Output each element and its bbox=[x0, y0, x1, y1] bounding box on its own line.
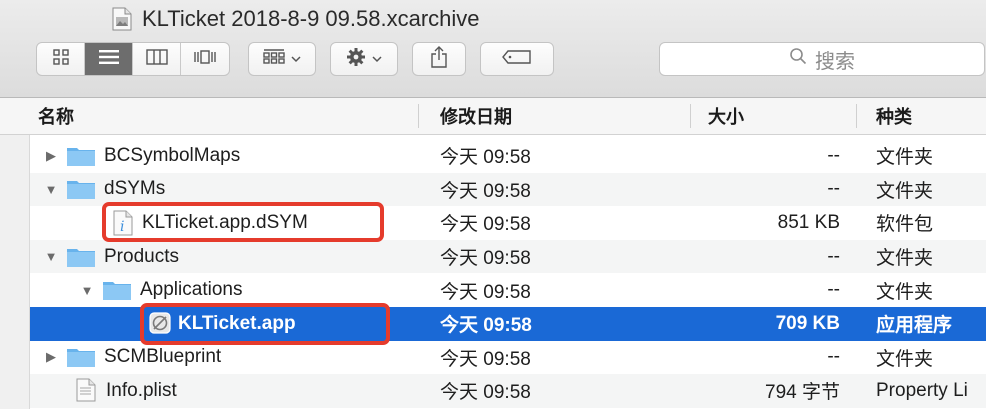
list-item[interactable]: ▶ SCMBlueprint 今天 09:58 -- 文件夹 bbox=[30, 341, 986, 375]
arrange-menu-button[interactable] bbox=[248, 42, 316, 76]
grid-icon bbox=[52, 48, 69, 70]
modified-date: 今天 09:58 bbox=[440, 348, 531, 370]
action-menu-button[interactable] bbox=[330, 42, 398, 76]
tag-icon bbox=[502, 49, 532, 69]
view-mode-control bbox=[36, 42, 230, 76]
arrange-icon bbox=[263, 48, 285, 71]
cover-flow-icon bbox=[193, 49, 217, 70]
disclosure-triangle-expanded-icon[interactable]: ▼ bbox=[44, 249, 58, 264]
file-kind: 文件夹 bbox=[876, 248, 934, 270]
list-item[interactable]: ▼ Products 今天 09:58 -- 文件夹 bbox=[30, 239, 986, 274]
file-kind: 文件夹 bbox=[876, 281, 934, 303]
folder-icon bbox=[66, 346, 96, 368]
list-item[interactable]: ▼ dSYMs 今天 09:58 -- 文件夹 bbox=[30, 172, 986, 207]
file-kind: 文件夹 bbox=[876, 348, 934, 370]
modified-date: 今天 09:58 bbox=[440, 248, 531, 270]
disclosure-triangle-collapsed-icon[interactable]: ▶ bbox=[44, 148, 58, 163]
modified-date: 今天 09:58 bbox=[440, 281, 531, 303]
file-name: Applications bbox=[140, 279, 243, 301]
file-name: Products bbox=[104, 245, 179, 267]
column-divider[interactable] bbox=[690, 104, 691, 128]
file-size: -- bbox=[827, 178, 840, 200]
modified-date: 今天 09:58 bbox=[440, 147, 531, 169]
column-divider[interactable] bbox=[418, 104, 419, 128]
column-header-row: 名称 修改日期 大小 种类 bbox=[0, 98, 986, 135]
window-toolbar: KLTicket 2018-8-9 09.58.xcarchive 搜索 bbox=[0, 0, 986, 98]
folder-icon bbox=[66, 246, 96, 268]
gear-icon bbox=[346, 47, 366, 72]
search-placeholder: 搜索 bbox=[815, 50, 855, 73]
file-kind: 应用程序 bbox=[876, 315, 953, 337]
share-icon bbox=[430, 45, 448, 73]
modified-date: 今天 09:58 bbox=[440, 315, 532, 337]
archive-document-icon bbox=[112, 7, 132, 31]
folder-icon bbox=[66, 145, 96, 167]
dsym-package-icon: i bbox=[112, 210, 134, 236]
file-kind: Property Li bbox=[876, 379, 968, 401]
column-header-kind[interactable]: 种类 bbox=[876, 98, 986, 134]
file-size: 851 KB bbox=[777, 211, 840, 233]
chevron-down-icon bbox=[291, 50, 301, 68]
chevron-down-icon bbox=[372, 50, 382, 68]
list-view-button[interactable] bbox=[85, 43, 133, 75]
column-header-date[interactable]: 修改日期 bbox=[440, 98, 690, 134]
sidebar-edge bbox=[0, 98, 30, 409]
window-title: KLTicket 2018-8-9 09.58.xcarchive bbox=[142, 6, 480, 31]
folder-icon bbox=[102, 279, 132, 301]
disclosure-triangle-expanded-icon[interactable]: ▼ bbox=[80, 283, 94, 298]
file-size: -- bbox=[827, 346, 840, 368]
app-icon bbox=[148, 311, 171, 337]
file-name: KLTicket.app bbox=[178, 312, 296, 334]
file-size: -- bbox=[827, 279, 840, 301]
list-icon bbox=[98, 49, 120, 70]
search-field[interactable]: 搜索 bbox=[659, 42, 985, 76]
cover-flow-button[interactable] bbox=[181, 43, 229, 75]
file-size: 794 字节 bbox=[765, 382, 840, 404]
list-item[interactable]: Info.plist 今天 09:58 794 字节 Property Li bbox=[30, 374, 986, 408]
finder-window: KLTicket 2018-8-9 09.58.xcarchive 搜索 名称 … bbox=[0, 0, 986, 409]
file-name: dSYMs bbox=[104, 178, 166, 200]
disclosure-triangle-collapsed-icon[interactable]: ▶ bbox=[44, 349, 58, 364]
icon-view-button[interactable] bbox=[37, 43, 85, 75]
folder-icon bbox=[66, 178, 96, 200]
tags-button[interactable] bbox=[480, 42, 554, 76]
modified-date: 今天 09:58 bbox=[440, 180, 531, 202]
file-size: -- bbox=[827, 144, 840, 166]
modified-date: 今天 09:58 bbox=[440, 214, 531, 236]
list-item[interactable]: ▼ Applications 今天 09:58 -- 文件夹 bbox=[30, 273, 986, 307]
file-kind: 文件夹 bbox=[876, 180, 934, 202]
column-header-name[interactable]: 名称 bbox=[38, 98, 418, 134]
file-size: 709 KB bbox=[775, 312, 840, 334]
list-item[interactable]: ▶ BCSymbolMaps 今天 09:58 -- 文件夹 bbox=[30, 139, 986, 173]
svg-text:i: i bbox=[120, 219, 124, 235]
list-item-selected[interactable]: KLTicket.app 今天 09:58 709 KB 应用程序 bbox=[30, 306, 986, 341]
column-divider[interactable] bbox=[856, 104, 857, 128]
search-icon bbox=[789, 47, 807, 71]
disclosure-triangle-expanded-icon[interactable]: ▼ bbox=[44, 182, 58, 197]
file-name: Info.plist bbox=[106, 379, 177, 401]
share-button[interactable] bbox=[412, 42, 466, 76]
file-size: -- bbox=[827, 245, 840, 267]
file-name: SCMBlueprint bbox=[104, 346, 222, 368]
title-bar: KLTicket 2018-8-9 09.58.xcarchive bbox=[112, 4, 480, 34]
file-kind: 文件夹 bbox=[876, 147, 934, 169]
file-list: ▶ BCSymbolMaps 今天 09:58 -- 文件夹 ▼ dSYMs 今… bbox=[30, 139, 986, 408]
column-header-size[interactable]: 大小 bbox=[708, 98, 848, 134]
file-name: BCSymbolMaps bbox=[104, 144, 241, 166]
file-name: KLTicket.app.dSYM bbox=[142, 211, 308, 233]
list-item[interactable]: i KLTicket.app.dSYM 今天 09:58 851 KB 软件包 bbox=[30, 206, 986, 240]
columns-icon bbox=[145, 48, 168, 70]
plist-file-icon bbox=[76, 378, 98, 404]
file-kind: 软件包 bbox=[876, 214, 934, 236]
modified-date: 今天 09:58 bbox=[440, 382, 531, 404]
column-view-button[interactable] bbox=[133, 43, 181, 75]
